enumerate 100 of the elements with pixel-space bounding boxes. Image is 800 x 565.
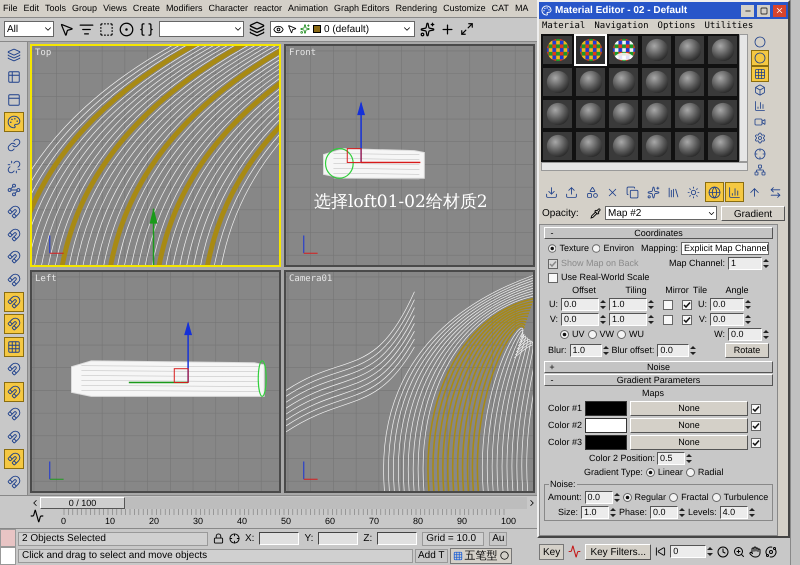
eyedropper-icon[interactable] bbox=[590, 208, 601, 218]
list-icon[interactable] bbox=[79, 22, 94, 37]
menu-item[interactable]: Animation bbox=[288, 2, 328, 16]
expand-icon[interactable] bbox=[460, 22, 474, 36]
x-field[interactable] bbox=[259, 532, 300, 545]
clock-icon[interactable] bbox=[717, 546, 730, 558]
menu-item[interactable]: Views bbox=[103, 2, 127, 16]
menu-item[interactable]: Modifiers bbox=[166, 2, 202, 16]
mapping-dropdown[interactable]: Explicit Map Channel bbox=[681, 242, 769, 255]
material-slot[interactable] bbox=[607, 130, 640, 162]
map-name-field[interactable]: Map #2 bbox=[605, 206, 717, 220]
material-slot[interactable] bbox=[541, 98, 574, 130]
checkbox[interactable] bbox=[751, 420, 761, 430]
rectangle-selection-icon[interactable] bbox=[99, 22, 114, 37]
material-slot[interactable] bbox=[541, 130, 574, 162]
spinner-field[interactable]: 1 bbox=[728, 257, 762, 270]
braces-icon[interactable] bbox=[139, 22, 154, 37]
radio-button[interactable] bbox=[588, 330, 597, 339]
menu-item[interactable]: File bbox=[3, 2, 18, 16]
checkbox[interactable] bbox=[663, 314, 673, 324]
tool-button[interactable] bbox=[4, 382, 24, 402]
material-slot[interactable] bbox=[574, 66, 607, 98]
menu-item[interactable]: Utilities bbox=[704, 20, 754, 34]
selection-filter-dropdown[interactable]: All bbox=[4, 21, 54, 38]
spinner-field[interactable]: 0.0 bbox=[584, 491, 613, 504]
radio-button[interactable] bbox=[622, 493, 632, 502]
add-time-tag-button[interactable]: Add T bbox=[415, 548, 448, 562]
menu-item[interactable]: Navigation bbox=[594, 20, 649, 34]
menu-item[interactable]: Character bbox=[208, 2, 248, 16]
menu-item[interactable]: Options bbox=[658, 20, 696, 34]
radio-button[interactable] bbox=[669, 493, 678, 502]
time-slider-thumb[interactable]: 0 / 100 bbox=[40, 496, 125, 508]
spinner-field[interactable]: 1.0 bbox=[609, 298, 647, 311]
material-slot[interactable] bbox=[574, 130, 607, 162]
map-type-button[interactable]: Gradient bbox=[721, 206, 785, 220]
viewport[interactable]: Front 选择loft01-02给材质2 bbox=[284, 44, 535, 267]
crosshair-icon[interactable] bbox=[229, 533, 240, 544]
skip-icon[interactable] bbox=[655, 546, 666, 557]
orbit-icon[interactable] bbox=[765, 546, 778, 558]
spinner-field[interactable]: 0.0 bbox=[710, 313, 744, 326]
named-selection-dropdown[interactable] bbox=[159, 21, 244, 38]
tool-button[interactable] bbox=[4, 449, 24, 470]
menu-item[interactable]: Material bbox=[542, 20, 586, 34]
sparkles-icon[interactable] bbox=[420, 22, 435, 37]
material-slot[interactable] bbox=[706, 34, 739, 66]
tool-button[interactable] bbox=[4, 314, 24, 334]
vertical-scrollbar[interactable] bbox=[739, 34, 748, 162]
menu-item[interactable]: MA bbox=[514, 2, 528, 16]
menu-item[interactable]: Rendering bbox=[396, 2, 438, 16]
checkbox[interactable] bbox=[682, 300, 692, 310]
tool-button[interactable] bbox=[4, 292, 24, 312]
pointer-icon[interactable] bbox=[59, 22, 74, 37]
material-slot[interactable] bbox=[706, 66, 739, 98]
menu-item[interactable]: Graph Editors bbox=[334, 2, 390, 16]
transform-gizmo-icon[interactable] bbox=[128, 321, 192, 384]
material-slot[interactable] bbox=[673, 34, 706, 66]
tool-button[interactable] bbox=[751, 66, 769, 82]
map-button[interactable]: None bbox=[630, 418, 748, 433]
color-swatch[interactable] bbox=[585, 435, 627, 450]
spinner-field[interactable]: 0.0 bbox=[657, 344, 690, 357]
tool-button[interactable] bbox=[4, 112, 24, 132]
spinner-field[interactable]: 0 bbox=[670, 545, 706, 558]
menu-item[interactable]: Tools bbox=[45, 2, 66, 16]
plus-icon[interactable] bbox=[440, 22, 455, 37]
rollout-header[interactable]: - Gradient Parameters bbox=[544, 374, 773, 386]
spinner-field[interactable]: 0.5 bbox=[657, 452, 686, 465]
lock-icon[interactable] bbox=[213, 533, 224, 544]
material-slot[interactable] bbox=[640, 98, 673, 130]
spinner-field[interactable]: 0.0 bbox=[728, 328, 762, 341]
radio-button[interactable] bbox=[592, 244, 600, 253]
radio-button[interactable] bbox=[686, 468, 695, 477]
map-button[interactable]: None bbox=[630, 401, 748, 416]
spinner-field[interactable]: 4.0 bbox=[720, 506, 748, 519]
minimize-button[interactable] bbox=[741, 4, 754, 16]
window-crossing-icon[interactable] bbox=[119, 22, 134, 37]
layer-dropdown[interactable]: 0 (default) bbox=[270, 21, 415, 38]
material-slot[interactable] bbox=[541, 34, 574, 66]
key-button[interactable]: Key bbox=[539, 544, 564, 560]
pan-hand-icon[interactable] bbox=[749, 546, 762, 558]
material-slot[interactable] bbox=[673, 130, 706, 162]
tool-button[interactable] bbox=[751, 50, 769, 66]
menu-item[interactable]: Customize bbox=[443, 2, 486, 16]
curve-icon[interactable] bbox=[568, 545, 582, 558]
color-swatch[interactable] bbox=[585, 418, 627, 433]
maximize-button[interactable] bbox=[757, 4, 770, 16]
material-slot[interactable] bbox=[706, 98, 739, 130]
transform-gizmo-icon[interactable] bbox=[150, 208, 158, 265]
checkbox[interactable] bbox=[548, 272, 558, 282]
z-field[interactable] bbox=[377, 532, 418, 545]
radio-button[interactable] bbox=[560, 330, 569, 339]
menu-item[interactable]: Create bbox=[132, 2, 160, 16]
radio-button[interactable] bbox=[712, 493, 721, 502]
checkbox[interactable] bbox=[751, 404, 761, 414]
material-slot[interactable] bbox=[673, 66, 706, 98]
radio-button[interactable] bbox=[646, 468, 655, 477]
checkbox[interactable] bbox=[751, 438, 761, 448]
tool-button[interactable] bbox=[4, 336, 24, 357]
tool-button[interactable] bbox=[724, 182, 744, 202]
checkbox[interactable] bbox=[682, 314, 692, 324]
track-bar-icon[interactable] bbox=[30, 509, 44, 523]
